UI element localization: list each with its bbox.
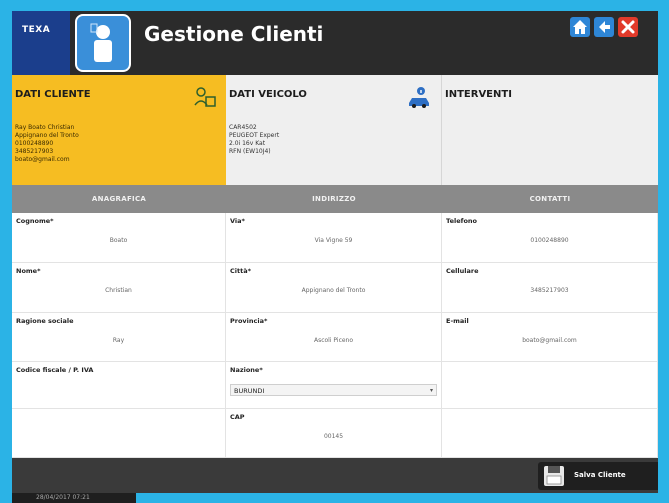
telefono-label: Telefono [446, 217, 478, 225]
ragione-sociale-value[interactable]: Ray [12, 337, 225, 344]
provincia-field[interactable]: Provincia* Ascoli Piceno [226, 313, 442, 362]
provincia-value[interactable]: Ascoli Piceno [226, 337, 441, 344]
client-data-lines: Ray Boato Christian Appignano del Tronto… [15, 124, 79, 164]
nazione-selected-value: BURUNDI [234, 387, 265, 395]
citta-label: Città* [230, 267, 251, 275]
client-data-title: DATI CLIENTE [15, 89, 91, 100]
nome-label: Nome* [16, 267, 41, 275]
ragione-sociale-label: Ragione sociale [16, 317, 74, 325]
vehicle-data-lines: CAR4502 PEUGEOT Expert 2.0i 16v Kat RFN … [229, 124, 279, 156]
column-header-contatti: CONTATTI [529, 195, 571, 203]
close-icon [621, 20, 635, 34]
client-card-icon [194, 87, 216, 107]
save-client-label: Salva Cliente [574, 471, 626, 479]
vehicle-line: 2.0i 16v Kat [229, 140, 266, 147]
cap-field[interactable]: CAP 00145 [226, 409, 442, 458]
client-line: 3485217903 [15, 148, 54, 155]
brand-label: TEXA [22, 25, 51, 35]
email-value[interactable]: boato@gmail.com [442, 337, 657, 344]
client-line: 0100248890 [15, 140, 54, 147]
back-arrow-icon [599, 21, 610, 33]
interventions-title: INTERVENTI [445, 89, 512, 100]
client-line: Appignano del Tronto [15, 132, 79, 139]
close-button[interactable] [618, 17, 638, 37]
cellulare-field[interactable]: Cellulare 3485217903 [442, 263, 658, 313]
empty-cell [442, 409, 658, 458]
page-title: Gestione Clienti [144, 22, 324, 46]
home-icon [573, 20, 587, 34]
summary-cards: DATI CLIENTE Ray Boato Christian Appigna… [12, 75, 658, 185]
codice-fiscale-field[interactable]: Codice fiscale / P. IVA [12, 362, 226, 409]
empty-cell [442, 362, 658, 409]
car-info-icon [409, 87, 429, 108]
nome-value[interactable]: Christian [12, 287, 225, 294]
column-header-anagrafica: ANAGRAFICA [91, 195, 147, 203]
client-line: boato@gmail.com [15, 156, 70, 163]
client-data-card[interactable]: DATI CLIENTE Ray Boato Christian Appigna… [12, 75, 226, 185]
vehicle-line: PEUGEOT Expert [229, 132, 280, 139]
interventions-card[interactable]: INTERVENTI [442, 75, 658, 185]
ragione-sociale-field[interactable]: Ragione sociale Ray [12, 313, 226, 362]
cap-label: CAP [230, 413, 245, 421]
empty-cell [12, 409, 226, 458]
client-form: Cognome* Boato Nome* Christian Ragione s… [12, 213, 658, 458]
email-label: E-mail [446, 317, 469, 325]
provincia-label: Provincia* [230, 317, 268, 325]
citta-value[interactable]: Appignano del Tronto [226, 287, 441, 294]
title-bar: TEXA Gestione Clienti [12, 11, 658, 75]
cognome-label: Cognome* [16, 217, 54, 225]
texa-logo: TEXA [12, 11, 70, 75]
app-window: TEXA Gestione Clienti DATI CLIENTE Ray B… [12, 11, 658, 493]
nazione-field[interactable]: Nazione* BURUNDI ▾ [226, 362, 442, 409]
codice-fiscale-label: Codice fiscale / P. IVA [16, 366, 94, 374]
via-value[interactable]: Via Vigne 59 [226, 237, 441, 244]
home-button[interactable] [570, 17, 590, 37]
vehicle-line: CAR4502 [229, 124, 257, 131]
chevron-down-icon: ▾ [429, 387, 433, 394]
nome-field[interactable]: Nome* Christian [12, 263, 226, 313]
cellulare-label: Cellulare [446, 267, 479, 275]
bottom-toolbar: Salva Cliente [12, 458, 658, 493]
cognome-value[interactable]: Boato [12, 237, 225, 244]
email-field[interactable]: E-mail boato@gmail.com [442, 313, 658, 362]
via-label: Via* [230, 217, 245, 225]
column-header-indirizzo: INDIRIZZO [312, 195, 356, 203]
telefono-value[interactable]: 0100248890 [442, 237, 657, 244]
vehicle-data-title: DATI VEICOLO [229, 89, 307, 100]
client-line: Ray Boato Christian [15, 124, 75, 131]
vehicle-data-card[interactable]: DATI VEICOLO CAR4502 PEUGEOT Expert 2.0i… [226, 75, 442, 185]
citta-field[interactable]: Città* Appignano del Tronto [226, 263, 442, 313]
cognome-field[interactable]: Cognome* Boato [12, 213, 226, 263]
status-datetime: 28/04/2017 07:21 [12, 493, 136, 503]
save-client-button[interactable]: Salva Cliente [538, 462, 658, 490]
datetime-text: 28/04/2017 07:21 [36, 494, 90, 501]
client-person-icon [75, 14, 131, 72]
nazione-label: Nazione* [230, 366, 263, 374]
save-disk-icon [544, 466, 564, 486]
vehicle-line: RFN (EW10J4) [229, 148, 271, 155]
back-button[interactable] [594, 17, 614, 37]
cap-value[interactable]: 00145 [226, 433, 441, 440]
nazione-select[interactable]: BURUNDI ▾ [230, 384, 437, 396]
cellulare-value[interactable]: 3485217903 [442, 287, 657, 294]
form-column-headers: ANAGRAFICA INDIRIZZO CONTATTI [12, 185, 658, 213]
telefono-field[interactable]: Telefono 0100248890 [442, 213, 658, 263]
via-field[interactable]: Via* Via Vigne 59 [226, 213, 442, 263]
